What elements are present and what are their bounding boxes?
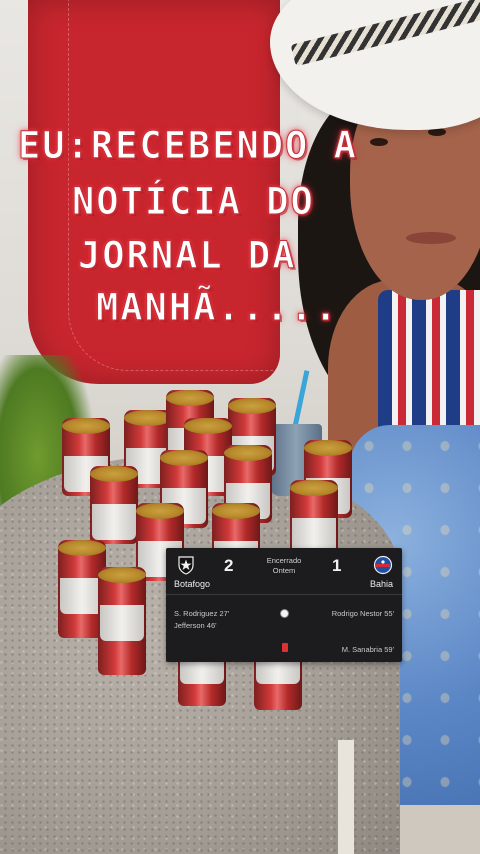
away-team-name: Bahia [370, 579, 394, 589]
soccer-ball-icon [280, 609, 289, 618]
caption-line: EU:RECEBENDO A [18, 124, 358, 168]
bahia-crest-icon [373, 555, 393, 575]
caption-line: MANHÃ..... [96, 286, 339, 330]
left-eye [370, 138, 388, 146]
match-status: Encerrado [266, 556, 302, 565]
beer-can [290, 480, 338, 558]
table-leg [338, 740, 354, 854]
caption-line: NOTÍCIA DO [72, 180, 315, 224]
mouth [406, 232, 456, 244]
white-hat [270, 0, 480, 130]
away-score: 1 [332, 556, 342, 575]
beer-can [90, 466, 138, 544]
red-card-icon [282, 643, 288, 652]
home-goal-event: S. Rodriguez 27' [174, 609, 230, 618]
home-goal-event: Jefferson 46' [174, 621, 217, 630]
home-team-name: Botafogo [174, 579, 211, 589]
away-goal-event: Rodrigo Nestor 55' [331, 609, 394, 618]
caption-line: JORNAL DA [77, 234, 297, 278]
beer-can [98, 567, 146, 675]
divider [166, 594, 402, 595]
away-red-card-event: M. Sanabria 59' [341, 645, 394, 654]
match-score-card: Botafogo 2 Encerrado Ontem 1 Bahia S. Ro… [166, 548, 402, 662]
match-date: Ontem [272, 566, 296, 575]
